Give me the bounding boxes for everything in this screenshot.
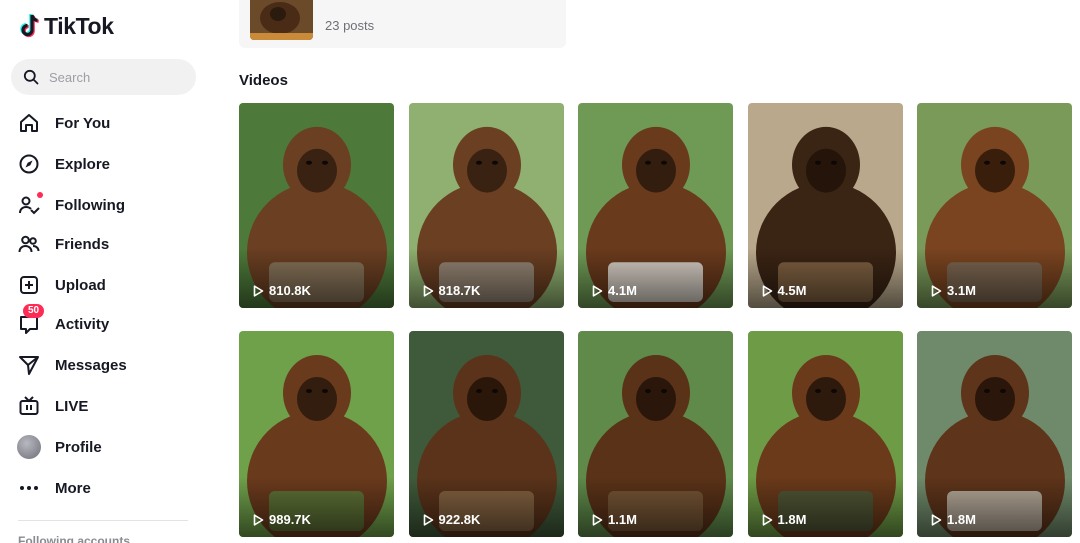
thumbnail-gradient — [239, 477, 394, 537]
play-icon — [253, 284, 264, 297]
nav-item-upload[interactable]: Upload — [17, 270, 106, 300]
play-icon — [762, 513, 772, 526]
view-count-text: 818.7K — [438, 283, 481, 298]
thumbnail-gradient — [747, 248, 903, 308]
nav-label: Following — [55, 196, 125, 214]
playlist-header[interactable]: 23 posts — [239, 0, 566, 48]
play-icon — [423, 513, 433, 526]
play-icon — [931, 284, 942, 297]
nav-item-friends[interactable]: Friends — [17, 229, 109, 259]
sidebar-divider — [18, 520, 188, 521]
video-tile[interactable]: 1.1M — [578, 331, 733, 537]
sidebar: TikTok For You Explore — [0, 0, 210, 543]
home-icon — [17, 111, 41, 135]
play-icon — [592, 513, 603, 526]
activity-badge: 50 — [23, 304, 45, 318]
nav-item-explore[interactable]: Explore — [17, 149, 110, 179]
view-count-text: 4.1M — [608, 283, 637, 298]
thumbnail-gradient — [747, 477, 903, 537]
view-count: 3.1M — [931, 283, 976, 298]
video-tile[interactable]: 922.8K — [408, 331, 564, 537]
nav-item-more[interactable]: More — [17, 473, 91, 503]
nav-label: LIVE — [55, 397, 89, 415]
thumbnail-gradient — [917, 477, 1072, 537]
tiktok-logo-icon — [20, 13, 39, 38]
nav-label: For You — [55, 114, 111, 132]
avatar — [17, 435, 41, 459]
play-icon — [253, 513, 264, 526]
view-count: 922.8K — [423, 512, 481, 527]
following-accounts-heading: Following accounts — [18, 534, 131, 543]
view-count-text: 810.8K — [269, 283, 311, 298]
nav-item-activity[interactable]: 50 Activity — [17, 304, 110, 339]
nav-item-for-you[interactable]: For You — [17, 108, 110, 138]
nav-item-profile[interactable]: Profile — [17, 432, 102, 462]
tiktok-page: TikTok For You Explore — [0, 0, 1080, 543]
video-tile[interactable]: 1.8M — [747, 331, 903, 537]
view-count: 4.1M — [592, 283, 637, 298]
nav-label: Profile — [55, 438, 102, 456]
nav-item-live[interactable]: LIVE — [17, 391, 88, 421]
view-count: 818.7K — [423, 283, 481, 298]
view-count-text: 3.1M — [947, 283, 976, 298]
play-icon — [762, 284, 772, 297]
nav-label: Friends — [55, 235, 110, 253]
thumbnail-gradient — [408, 477, 564, 537]
search-input[interactable] — [49, 69, 179, 85]
view-count-text: 4.5M — [777, 283, 807, 298]
send-icon — [17, 353, 41, 377]
view-count-text: 1.8M — [777, 512, 807, 527]
videos-heading: Videos — [239, 72, 288, 89]
nav-label: Activity — [55, 315, 110, 333]
nav-label: Upload — [55, 276, 106, 294]
nav-label: Explore — [55, 155, 111, 173]
view-count: 989.7K — [253, 512, 311, 527]
nav-item-messages[interactable]: Messages — [17, 350, 127, 380]
thumbnail-gradient — [917, 248, 1072, 308]
view-count-text: 922.8K — [438, 512, 481, 527]
view-count: 1.1M — [592, 512, 637, 527]
nav-label: Messages — [55, 356, 127, 374]
following-icon — [17, 192, 43, 217]
thumbnail-gradient — [578, 477, 733, 537]
tiktok-logo[interactable]: TikTok — [18, 12, 114, 40]
play-icon — [592, 284, 603, 297]
upload-icon — [17, 273, 41, 297]
nav-label: More — [55, 479, 91, 497]
thumbnail-gradient — [578, 248, 733, 308]
view-count-text: 1.8M — [947, 512, 976, 527]
view-count-text: 989.7K — [269, 512, 311, 527]
play-icon — [423, 284, 433, 297]
video-tile[interactable]: 4.1M — [578, 103, 733, 308]
video-tile[interactable]: 4.5M — [747, 103, 903, 308]
video-tile[interactable]: 989.7K — [239, 331, 394, 537]
play-icon — [931, 513, 942, 526]
playlist-thumbnail — [250, 0, 313, 40]
friends-icon — [17, 232, 41, 256]
video-grid: 810.8K 818.7K 4.1M 4.5M 3.1M 989.7K 922.8K 1.1M… — [239, 103, 1073, 537]
video-tile[interactable]: 818.7K — [408, 103, 564, 308]
search-icon — [23, 69, 39, 85]
notification-dot — [37, 192, 43, 198]
view-count-text: 1.1M — [608, 512, 637, 527]
compass-icon — [17, 152, 41, 176]
view-count: 810.8K — [253, 283, 311, 298]
thumbnail-gradient — [408, 248, 564, 308]
live-icon — [17, 394, 41, 418]
activity-icon: 50 — [17, 304, 45, 336]
video-tile[interactable]: 810.8K — [239, 103, 394, 308]
search-bar[interactable] — [11, 59, 196, 95]
thumbnail-gradient — [239, 248, 394, 308]
avatar-wrap — [17, 435, 41, 459]
view-count: 4.5M — [762, 283, 807, 298]
post-count: 23 posts — [325, 18, 375, 33]
view-count: 1.8M — [931, 512, 976, 527]
video-tile[interactable]: 1.8M — [917, 331, 1072, 537]
video-tile[interactable]: 3.1M — [917, 103, 1072, 308]
logo-text: TikTok — [44, 12, 114, 39]
nav-item-following[interactable]: Following — [17, 190, 125, 220]
view-count: 1.8M — [762, 512, 807, 527]
more-icon — [17, 476, 41, 500]
